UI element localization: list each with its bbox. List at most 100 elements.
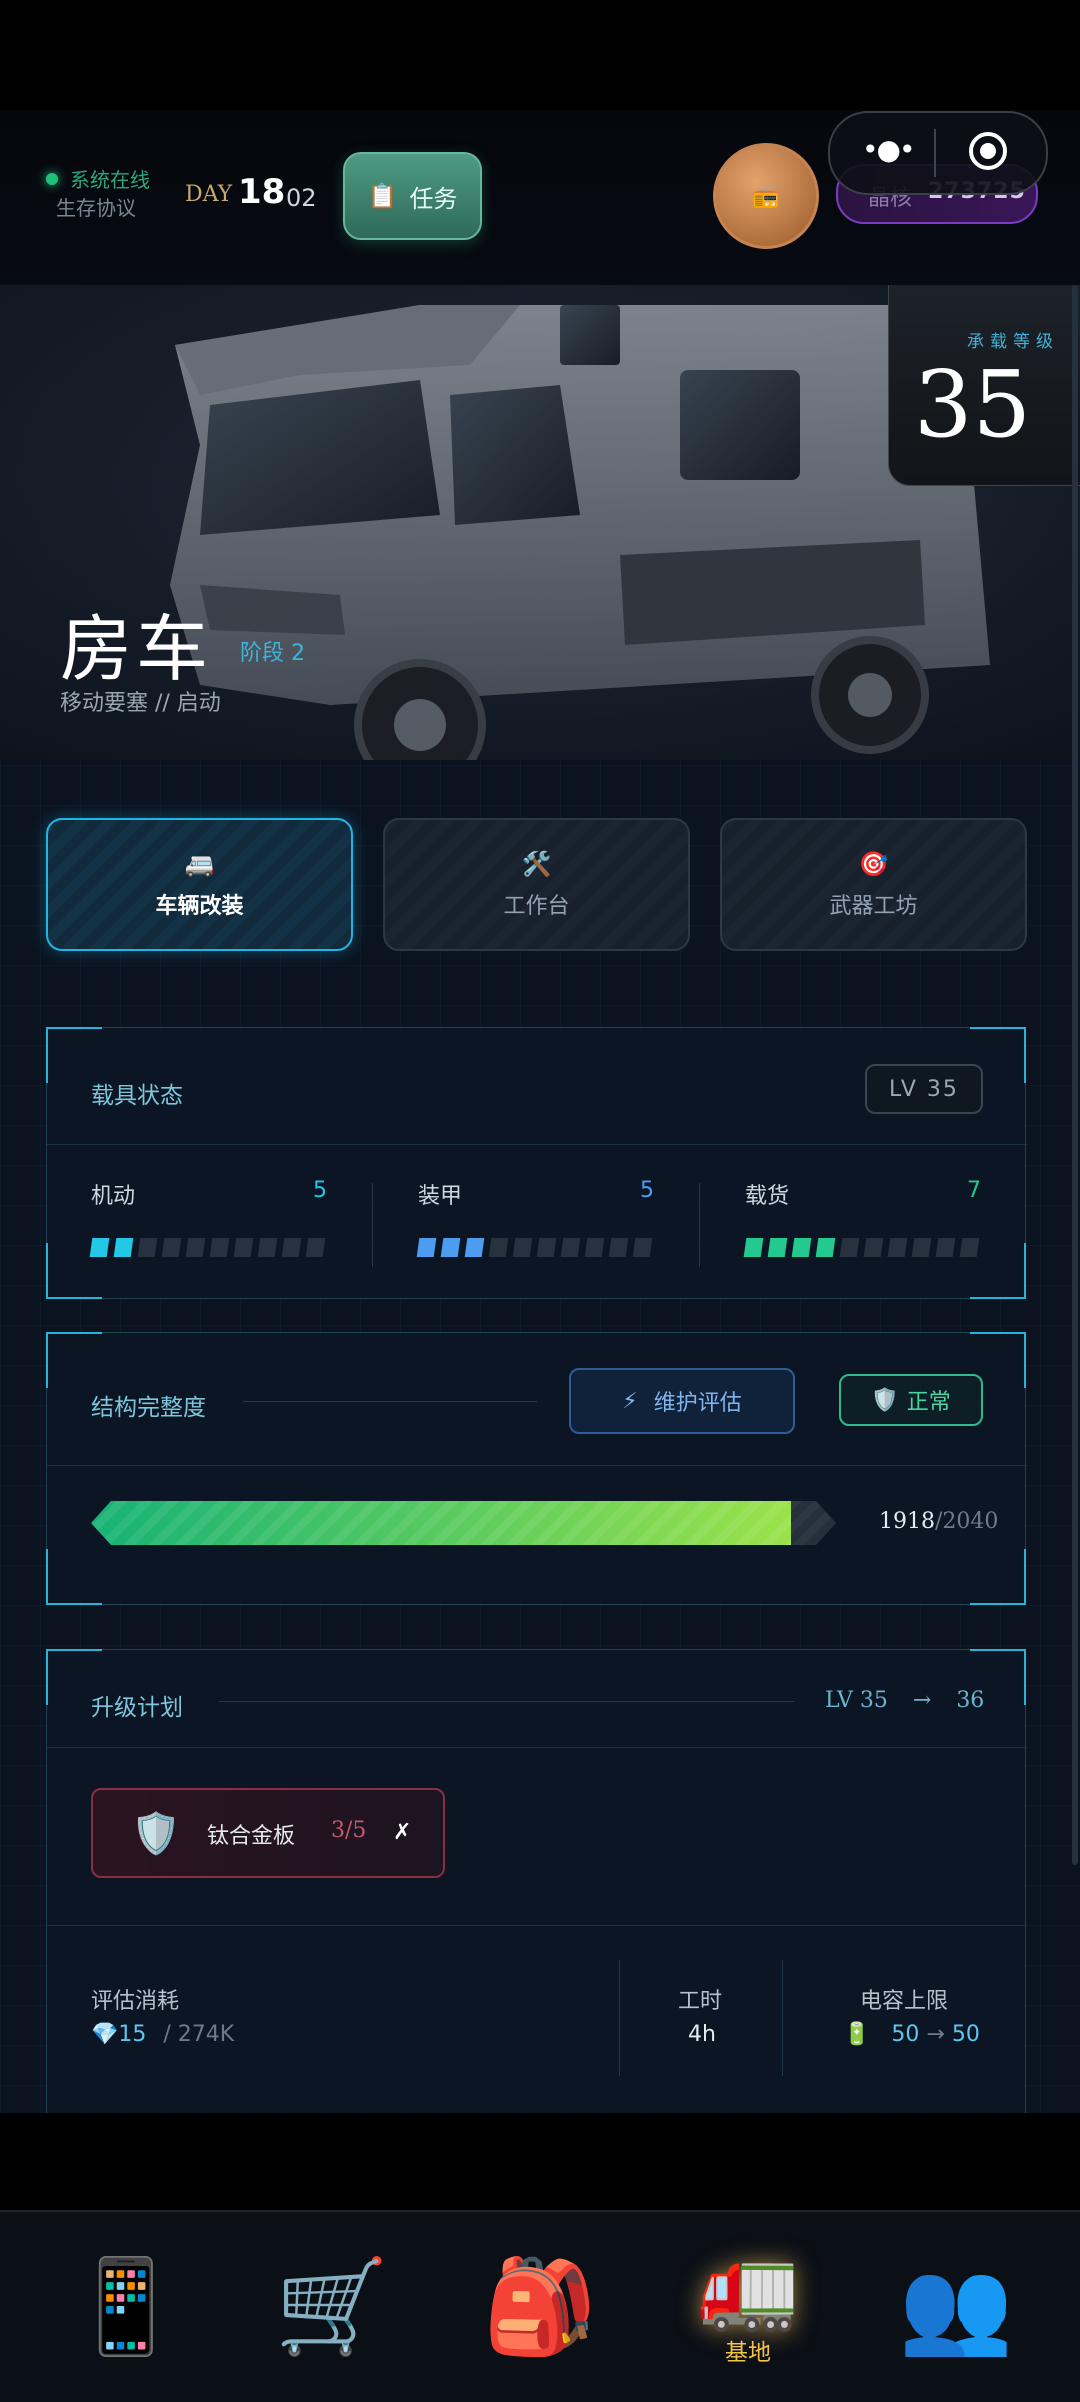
integrity-bar [91, 1501, 836, 1545]
battery-icon: 🔋 [843, 2022, 871, 2047]
stat-segment [839, 1238, 860, 1257]
nav-item-team[interactable]: 👥 [848, 2212, 1064, 2402]
integrity-bar-remainder [791, 1501, 836, 1545]
nav-item-base[interactable]: 🚛 基地 [640, 2212, 856, 2402]
stat-divider [699, 1183, 700, 1267]
bottom-spacer [0, 2113, 1080, 2210]
scrollbar[interactable] [1072, 285, 1078, 1865]
lightning-icon: ⚡ [622, 1388, 638, 1414]
gem-cost: 💎15 [91, 2022, 147, 2047]
upgrade-card: 升级计划 LV 35 → 36 🛡️ 钛合金板 3/5 ✗ 评估消耗 💎15 /… [46, 1649, 1027, 2113]
shield-icon: 🛡️ [871, 1387, 899, 1413]
tools-icon: 🛠️ [521, 849, 552, 878]
team-icon: 👥 [898, 2253, 1014, 2360]
close-target-icon[interactable] [969, 132, 1007, 170]
stat-bar [743, 1238, 980, 1257]
stat-segment [305, 1238, 326, 1257]
cost-divider [619, 1960, 620, 2076]
level-panel: 承载等级 35 [888, 285, 1080, 486]
arrow-right-icon: → [912, 1688, 932, 1713]
stat-segment [608, 1238, 629, 1257]
avatar[interactable]: 📻 [713, 143, 819, 249]
task-button-label: 任务 [409, 184, 458, 213]
capsule-divider [934, 129, 936, 177]
vehicle-status-card: 载具状态 LV 35 机动 5 装甲 5 载货 7 [46, 1027, 1027, 1299]
truck-icon: 🚛 [696, 2240, 800, 2335]
stat-segment [815, 1238, 836, 1257]
upgrade-level-range: LV 35 → 36 [825, 1688, 984, 1713]
nav-item-phone[interactable]: 📱 [18, 2212, 234, 2402]
stat-name: 载货 [745, 1184, 790, 1209]
stat-segment [488, 1238, 509, 1257]
stat-segment [584, 1238, 605, 1257]
stat-segment [185, 1238, 206, 1257]
stat-segment [632, 1238, 653, 1257]
card-divider [47, 1144, 1027, 1145]
stat-segment [512, 1238, 533, 1257]
capacity-to: 50 [951, 2022, 980, 2047]
stat-segment [560, 1238, 581, 1257]
miniprogram-capsule: •●• [828, 111, 1048, 195]
integrity-bar-fill [91, 1501, 791, 1545]
material-count: 3/5 [331, 1818, 367, 1843]
titanium-plate-icon: 🛡️ [131, 1811, 181, 1857]
stat-value: 5 [313, 1178, 327, 1203]
protocol-text: 生存协议 [56, 196, 136, 220]
tab-vehicle-mod[interactable]: 🚐 车辆改装 [46, 818, 353, 951]
tab-weapon-workshop[interactable]: 🎯 武器工坊 [720, 818, 1027, 951]
nav-item-backpack[interactable]: 🎒 [432, 2212, 648, 2402]
stat-segment [791, 1238, 812, 1257]
vehicle-status-title: 载具状态 [91, 1083, 183, 1109]
material-requirement[interactable]: 🛡️ 钛合金板 3/5 ✗ [91, 1788, 445, 1878]
stat-divider [372, 1183, 373, 1267]
vehicle-subtitle: 移动要塞 // 启动 [60, 691, 221, 716]
vehicle-stage: 阶段 2 [240, 641, 305, 666]
status-label: 正常 [906, 1390, 951, 1415]
stat-segment [743, 1238, 764, 1257]
level-from: LV 35 [825, 1688, 888, 1713]
upgrade-title: 升级计划 [91, 1695, 183, 1721]
radio-icon: 📻 [752, 183, 780, 209]
integrity-current: 1918 [879, 1509, 935, 1534]
clipboard-icon: 📋 [367, 182, 398, 210]
day-label: DAY [185, 182, 233, 207]
integrity-title: 结构完整度 [91, 1395, 206, 1421]
day-sub-number: 02 [286, 184, 317, 212]
maintenance-label: 维护评估 [653, 1391, 742, 1416]
cart-icon: 🛒 [274, 2253, 390, 2360]
maintenance-button[interactable]: ⚡ 维护评估 [569, 1368, 795, 1434]
stat-segment [911, 1238, 932, 1257]
target-icon: 🎯 [858, 849, 889, 878]
nav-item-shop[interactable]: 🛒 [224, 2212, 440, 2402]
tab-workbench[interactable]: 🛠️ 工作台 [383, 818, 690, 951]
level-label: 承载等级 [967, 332, 1059, 352]
level-value: 35 [913, 351, 1031, 458]
integrity-max: /2040 [935, 1509, 999, 1534]
nav-label-base: 基地 [725, 2340, 771, 2366]
stat-bar [89, 1238, 326, 1257]
stat-segment [209, 1238, 230, 1257]
stat-segment [935, 1238, 956, 1257]
stat-segment [959, 1238, 980, 1257]
card-divider [47, 1465, 1027, 1466]
material-name: 钛合金板 [207, 1824, 296, 1849]
more-menu-icon[interactable]: •●• [862, 133, 915, 166]
time-value: 4h [688, 2022, 716, 2047]
level-to: 36 [956, 1688, 985, 1713]
stat-bar [416, 1238, 653, 1257]
cost-value: 💎15 / 274K [91, 2022, 234, 2047]
tab-label: 工作台 [503, 893, 570, 919]
tab-label: 车辆改装 [155, 893, 244, 919]
bottom-navigation: 📱 🛒 🎒 🚛 基地 👥 [0, 2210, 1080, 2402]
task-button[interactable]: 📋 任务 [343, 152, 482, 240]
capacity-from: 50 [891, 2022, 920, 2047]
phone-icon: 📱 [68, 2253, 184, 2360]
stat-segment [161, 1238, 182, 1257]
system-status-text: 系统在线 [70, 168, 150, 192]
vehicle-hero: 承载等级 35 房车 阶段 2 移动要塞 // 启动 [0, 285, 1080, 760]
stat-segment [257, 1238, 278, 1257]
stat-segment [887, 1238, 908, 1257]
stat-segment [464, 1238, 485, 1257]
van-icon: 🚐 [184, 849, 215, 878]
stat-segment [416, 1238, 437, 1257]
